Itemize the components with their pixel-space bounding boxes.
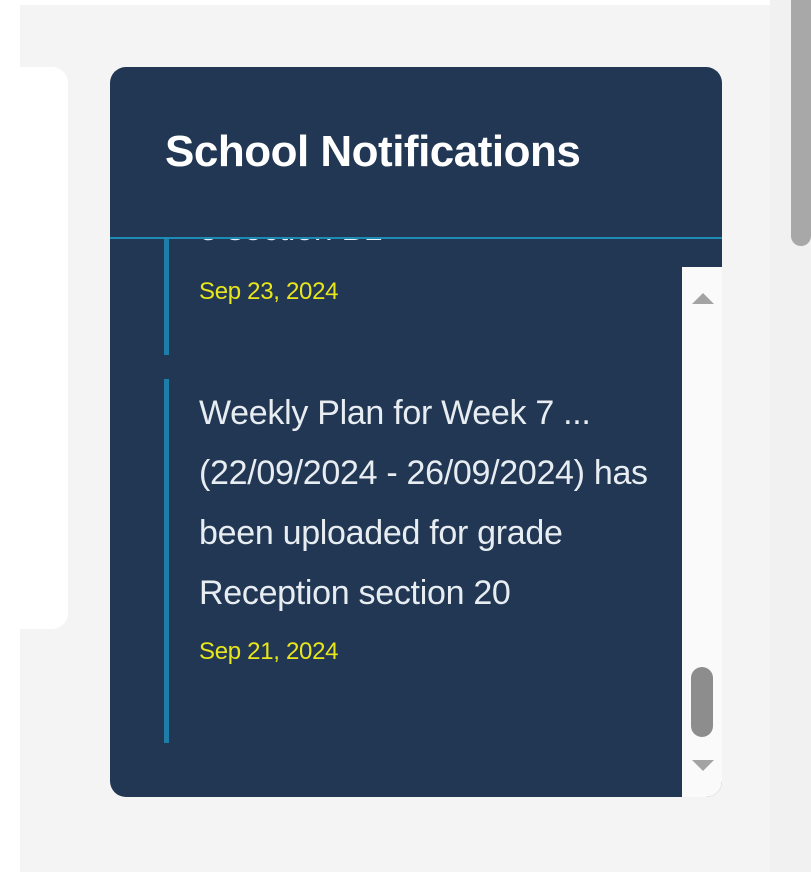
notifications-scroll-thumb[interactable]: [691, 667, 713, 737]
notifications-header: School Notifications: [110, 67, 722, 239]
triangle-down-icon[interactable]: [692, 760, 714, 771]
page-scrollbar[interactable]: [770, 0, 811, 872]
left-content-card: [20, 67, 68, 629]
page-scroll-thumb[interactable]: [791, 0, 811, 246]
notification-date: Sep 21, 2024: [199, 638, 339, 665]
notification-item[interactable]: 8 section B1 Sep 23, 2024: [164, 239, 664, 355]
notification-text: 8 section B1: [199, 239, 383, 259]
notification-item[interactable]: Weekly Plan for Week 7 ... (22/09/2024 -…: [164, 379, 664, 743]
notification-text: Weekly Plan for Week 7 ... (22/09/2024 -…: [199, 394, 648, 612]
notifications-list[interactable]: 8 section B1 Sep 23, 2024 Weekly Plan fo…: [110, 239, 682, 797]
school-notifications-panel: School Notifications 8 section B1 Sep 23…: [110, 67, 722, 797]
notifications-title: School Notifications: [165, 127, 581, 176]
notifications-scrollbar[interactable]: [682, 267, 722, 797]
notification-date: Sep 23, 2024: [199, 278, 339, 305]
triangle-up-icon[interactable]: [692, 293, 714, 304]
page-background: School Notifications 8 section B1 Sep 23…: [20, 5, 770, 872]
